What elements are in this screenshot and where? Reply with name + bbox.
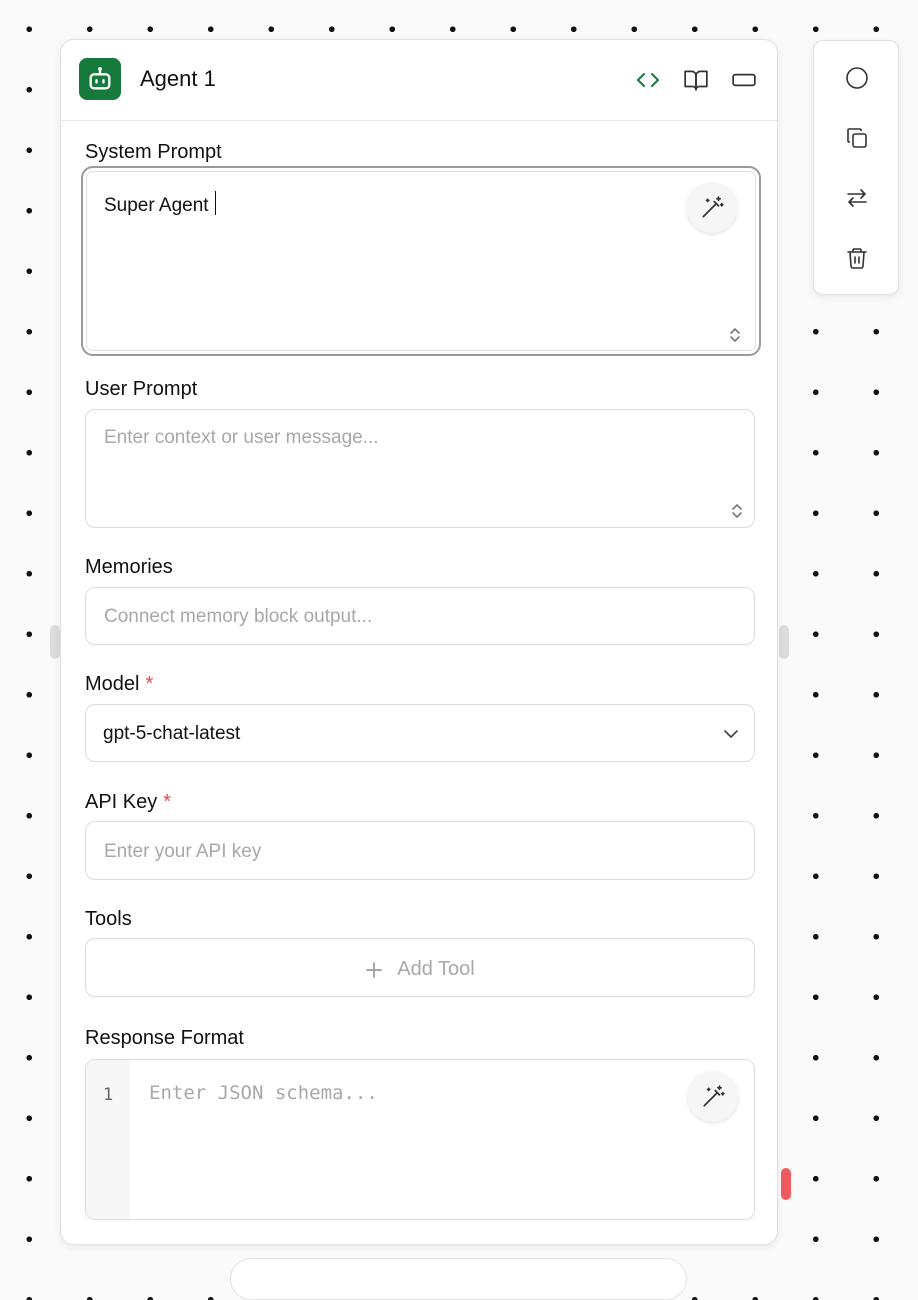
model-value: gpt-5-chat-latest <box>103 723 241 744</box>
api-key-input[interactable]: Enter your API key <box>85 821 755 880</box>
response-format-editor[interactable]: 1 Enter JSON schema... <box>85 1059 755 1220</box>
resize-handle[interactable] <box>728 326 742 344</box>
add-tool-button[interactable]: Add Tool <box>85 938 755 997</box>
duplicate-button[interactable] <box>843 124 871 152</box>
api-key-placeholder: Enter your API key <box>104 841 262 862</box>
block-title[interactable]: Agent 1 <box>140 66 216 92</box>
resize-handle[interactable] <box>730 502 744 520</box>
api-key-label: API Key * <box>85 791 171 814</box>
delete-button[interactable] <box>843 244 871 272</box>
add-tool-label: Add Tool <box>397 958 475 980</box>
memories-input[interactable]: Connect memory block output... <box>85 587 755 645</box>
line-number: 1 <box>103 1085 114 1105</box>
block-header: Agent 1 <box>61 40 777 121</box>
robot-icon <box>89 66 111 90</box>
required-mark: * <box>145 673 154 695</box>
docs-button[interactable] <box>683 67 709 93</box>
api-key-label-text: API Key <box>85 791 158 813</box>
line-number-gutter <box>86 1060 130 1219</box>
system-prompt-generate-button[interactable] <box>687 183 737 233</box>
code-icon <box>637 73 659 87</box>
required-mark: * <box>163 791 172 813</box>
system-prompt-textarea[interactable]: Super Agent <box>81 166 761 356</box>
plus-icon <box>366 961 383 978</box>
response-format-generate-button[interactable] <box>688 1072 738 1122</box>
magic-wand-icon <box>703 1085 725 1107</box>
swap-arrows-icon <box>847 189 867 207</box>
model-label: Model * <box>85 673 153 696</box>
code-view-button[interactable] <box>635 67 661 93</box>
error-handle[interactable] <box>781 1168 791 1200</box>
system-prompt-label: System Prompt <box>85 141 222 163</box>
user-prompt-label: User Prompt <box>85 378 198 400</box>
memories-placeholder: Connect memory block output... <box>104 606 373 627</box>
tools-label: Tools <box>85 908 132 930</box>
collapse-button[interactable] <box>731 67 757 93</box>
model-select[interactable]: gpt-5-chat-latest <box>85 704 755 762</box>
output-handle[interactable] <box>779 625 789 659</box>
model-label-text: Model <box>85 673 140 695</box>
text-caret <box>214 191 217 215</box>
response-format-placeholder: Enter JSON schema... <box>149 1082 378 1104</box>
block-action-toolbar <box>813 40 899 295</box>
collapse-panel-icon <box>732 73 756 87</box>
chevron-up-down-icon <box>730 328 740 342</box>
system-prompt-value: Super Agent <box>104 195 209 216</box>
input-handle[interactable] <box>50 625 60 659</box>
trash-icon <box>847 248 867 269</box>
memories-label: Memories <box>85 556 173 578</box>
magic-wand-icon <box>702 196 724 218</box>
chevron-up-down-icon <box>732 504 742 518</box>
bottom-toolbar-pill <box>230 1258 687 1300</box>
chevron-down-icon <box>722 725 740 748</box>
agent-block: Agent 1 System Prompt Super Agent User P… <box>60 39 778 1245</box>
user-prompt-placeholder: Enter context or user message... <box>104 427 379 448</box>
user-prompt-textarea[interactable]: Enter context or user message... <box>85 409 755 528</box>
book-open-icon <box>684 70 708 91</box>
response-format-label: Response Format <box>85 1027 244 1049</box>
circle-icon <box>846 67 868 89</box>
block-logo <box>79 58 121 100</box>
toggle-enabled-button[interactable] <box>843 64 871 92</box>
copy-icon <box>847 128 867 148</box>
swap-handles-button[interactable] <box>843 184 871 212</box>
